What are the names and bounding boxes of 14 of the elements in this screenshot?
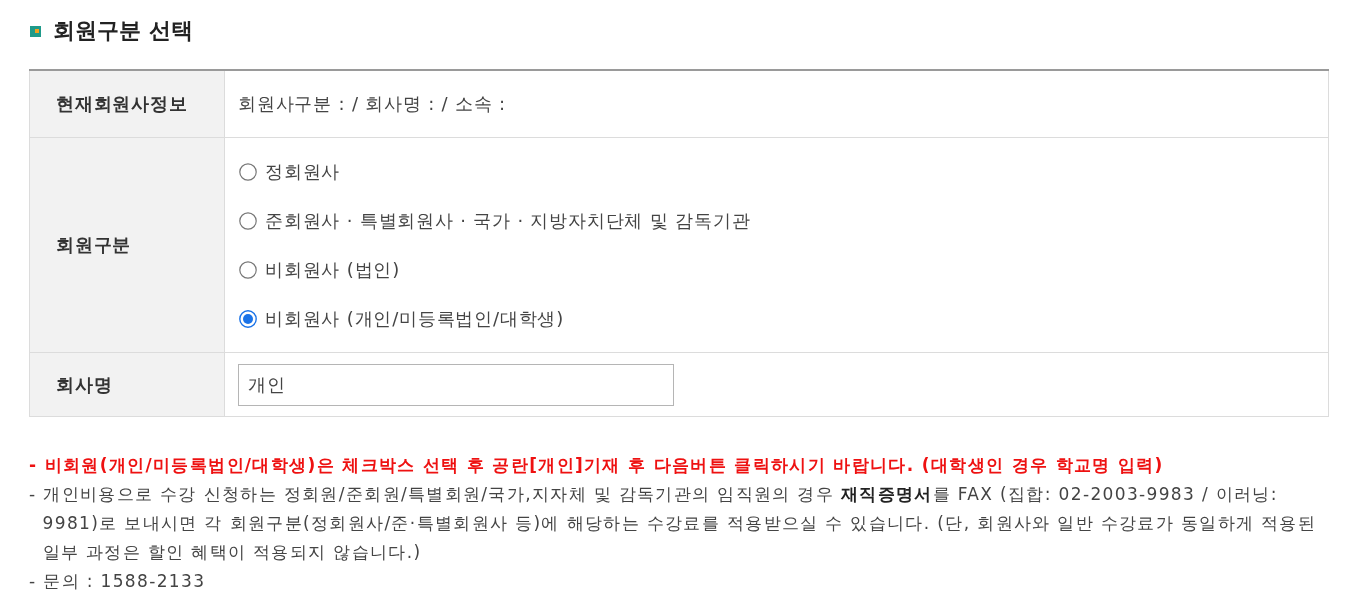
- row-header: 회사명: [29, 352, 225, 417]
- info-note: - 문의 : 1588-2133: [29, 570, 207, 593]
- membership-option[interactable]: 준회원사 · 특별회원사 · 국가 · 지방자치단체 및 감독기관: [238, 209, 751, 233]
- square-bullet-icon: [30, 25, 41, 37]
- member-info-text: 회원사구분 : / 회사명 : / 소속 :: [238, 93, 506, 114]
- row-header: 회원구분: [29, 137, 225, 353]
- company-name-field[interactable]: 개인: [238, 363, 674, 406]
- info-note: - 개인비용으로 수강 신청하는 정회원/준회원/특별회원/국가,지자체 및 감독기관의 임직원의 경우 재직증명서를 FAX (집합: 02-2003-9983 / 이러닝: 9981)로 보내시면 각 회원구분(정회원사/준·특별회원사 등)에 해당하는 수강료를 적용받으실 수 있습니다. (단, 회원사와 일반 수강료가 동일하게 적용된 일부 과정은 할인 혜택이 적용되지 않습니다.): [29, 483, 1318, 564]
- alert-note: - 비회원(개인/미등록법인/대학생)은 체크박스 선택 후 공란[개인]기재 후 다음버튼 클릭하시기 바랍니다. (대학생인 경우 학교명 입력): [29, 454, 1165, 477]
- membership-option[interactable]: 정회원사: [238, 160, 341, 184]
- section-title: 회원구분 선택: [53, 17, 193, 45]
- row-header: 현재회원사정보: [29, 70, 225, 138]
- membership-option[interactable]: 비회원사 (개인/미등록법인/대학생): [238, 307, 565, 331]
- membership-option[interactable]: 비회원사 (법인): [238, 258, 400, 282]
